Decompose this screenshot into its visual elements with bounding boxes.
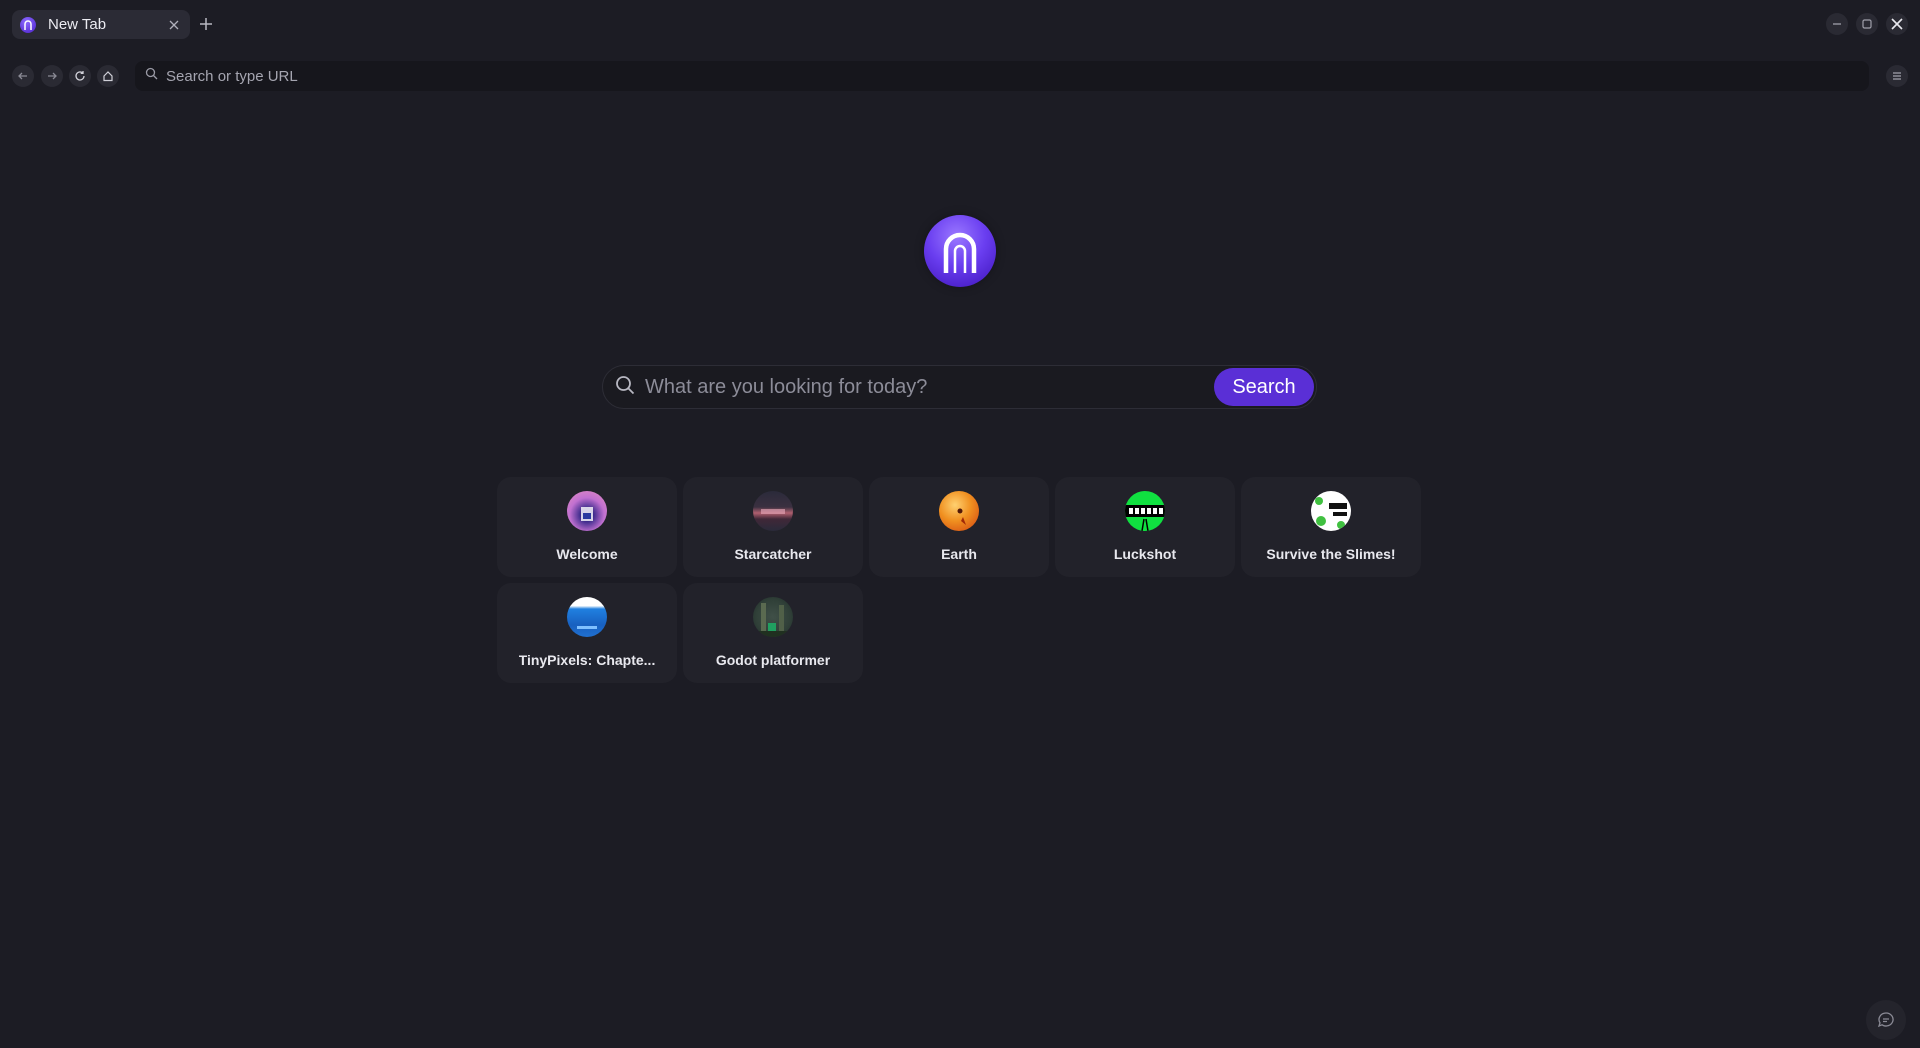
url-bar[interactable]	[135, 61, 1869, 91]
url-input[interactable]	[166, 67, 1766, 85]
luckshot-thumbnail	[1125, 491, 1165, 531]
window-controls	[1826, 13, 1908, 35]
shortcut-label: Welcome	[556, 546, 618, 562]
main-search-box: Search	[602, 365, 1317, 409]
shortcut-tile[interactable]: TinyPixels: Chapte...	[497, 583, 677, 683]
close-tab-icon[interactable]	[166, 17, 182, 33]
browser-logo-icon	[20, 16, 36, 33]
godot-platformer-thumbnail	[753, 597, 793, 637]
shortcut-grid: Welcome Starcatcher Earth Luckshot Survi…	[497, 477, 1423, 683]
shortcut-tile[interactable]: Welcome	[497, 477, 677, 577]
shortcut-label: Godot platformer	[715, 652, 831, 668]
toolbar	[0, 60, 1920, 92]
title-bar: New Tab	[0, 0, 1920, 50]
browser-logo	[924, 215, 996, 287]
shortcut-label: Luckshot	[1113, 546, 1177, 562]
search-icon	[615, 375, 635, 400]
search-button[interactable]: Search	[1214, 368, 1314, 406]
shortcut-tile[interactable]: Survive the Slimes!	[1241, 477, 1421, 577]
survive-the-slimes-thumbnail	[1311, 491, 1351, 531]
tinypixels-thumbnail	[567, 597, 607, 637]
shortcut-tile[interactable]: Godot platformer	[683, 583, 863, 683]
main-search-input[interactable]	[645, 375, 1214, 399]
back-arrow-icon[interactable]	[12, 65, 34, 87]
tab-title: New Tab	[48, 16, 107, 33]
home-icon[interactable]	[97, 65, 119, 87]
tab-new-tab[interactable]: New Tab	[12, 10, 190, 39]
feedback-chat-icon[interactable]	[1866, 1000, 1906, 1040]
starcatcher-thumbnail	[753, 491, 793, 531]
minimize-icon[interactable]	[1826, 13, 1848, 35]
menu-icon[interactable]	[1886, 65, 1908, 87]
shortcut-label: Survive the Slimes!	[1266, 546, 1396, 562]
maximize-icon[interactable]	[1856, 13, 1878, 35]
shortcut-tile[interactable]: Earth	[869, 477, 1049, 577]
shortcut-label: Earth	[941, 546, 977, 562]
shortcut-label: TinyPixels: Chapte...	[518, 652, 656, 668]
search-icon	[145, 67, 158, 85]
shortcut-tile[interactable]: Luckshot	[1055, 477, 1235, 577]
shortcut-label: Starcatcher	[734, 546, 812, 562]
welcome-thumbnail	[567, 491, 607, 531]
shortcut-tile[interactable]: Starcatcher	[683, 477, 863, 577]
new-tab-plus-icon[interactable]	[197, 15, 215, 33]
reload-icon[interactable]	[69, 65, 91, 87]
earth-thumbnail	[939, 491, 979, 531]
close-window-icon[interactable]	[1886, 13, 1908, 35]
forward-arrow-icon[interactable]	[41, 65, 63, 87]
